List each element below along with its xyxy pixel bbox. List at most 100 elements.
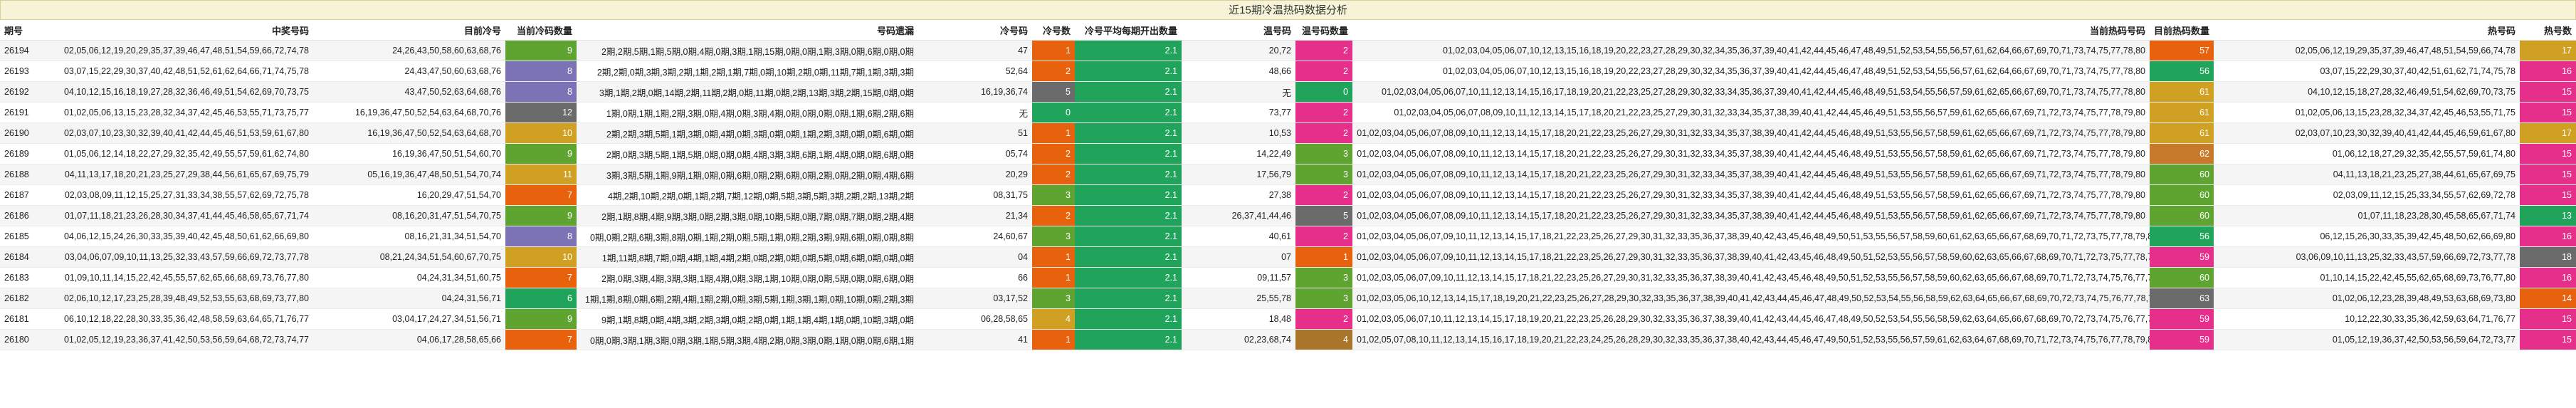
cold-number-cell: 24,60,67: [918, 226, 1032, 247]
cold-numbers-cell: 43,47,50,52,63,64,68,76: [313, 81, 505, 103]
cold-count-cell: 7: [505, 184, 577, 206]
warm-count-cell: 5: [1295, 205, 1352, 226]
hot-count-cell: 62: [2150, 143, 2214, 164]
warm-count-cell: 3: [1295, 164, 1352, 185]
hot-numbers-cell: 04,11,13,18,21,23,25,27,38,44,61,65,67,6…: [2214, 164, 2520, 185]
warm-count-cell: 3: [1295, 288, 1352, 309]
cold-avg-cell: 2.1: [1075, 329, 1182, 350]
draw-numbers-cell: 01,02,05,12,19,23,36,37,41,42,50,53,56,5…: [43, 329, 313, 350]
hot-num-cell: 16: [2520, 267, 2576, 288]
hot-numbers-cell: 01,06,12,18,27,29,32,35,42,55,57,59,61,7…: [2214, 143, 2520, 164]
issue-cell: 26192: [0, 81, 43, 103]
table-row: 26189 01,05,06,12,14,18,22,27,29,32,35,42…: [0, 143, 2576, 164]
hot-current-cell: 01,02,03,04,05,06,07,09,10,11,12,13,14,1…: [1352, 246, 2150, 268]
cold-num-cell: 3: [1032, 226, 1075, 247]
omission-cell: 1期,0期,1期,1期,2期,3期,0期,4期,0期,3期,4期,0期,0期,0…: [577, 102, 918, 123]
omission-cell: 2期,1期,8期,4期,9期,3期,0期,2期,3期,0期,10期,5期,0期,…: [577, 205, 918, 226]
cold-numbers-cell: 16,20,29,47,51,54,70: [313, 184, 505, 206]
hot-numbers-cell: 06,12,15,26,30,33,35,39,42,45,48,50,62,6…: [2214, 226, 2520, 247]
cold-num-cell: 0: [1032, 102, 1075, 123]
cold-count-cell: 8: [505, 61, 577, 82]
draw-numbers-cell: 04,10,12,15,16,18,19,27,28,32,36,46,49,5…: [43, 81, 313, 103]
hot-count-cell: 59: [2150, 329, 2214, 350]
warm-numbers-cell: 27,38: [1182, 184, 1295, 206]
hot-numbers-cell: 03,06,09,10,11,13,25,32,33,43,57,59,66,6…: [2214, 246, 2520, 268]
omission-cell: 2期,2期,0期,3期,3期,2期,1期,2期,1期,7期,0期,10期,2期,…: [577, 61, 918, 82]
omission-cell: 9期,1期,8期,0期,4期,3期,2期,3期,0期,2期,0期,1期,1期,4…: [577, 308, 918, 330]
cold-num-cell: 2: [1032, 61, 1075, 82]
issue-cell: 26180: [0, 329, 43, 350]
warm-count-cell: 3: [1295, 267, 1352, 288]
cold-number-cell: 51: [918, 122, 1032, 144]
cold-avg-cell: 2.1: [1075, 184, 1182, 206]
hot-numbers-cell: 01,05,12,19,36,37,42,50,53,56,59,64,72,7…: [2214, 329, 2520, 350]
issue-cell: 26191: [0, 102, 43, 123]
hot-current-cell: 01,02,03,04,05,06,07,08,09,10,11,12,13,1…: [1352, 143, 2150, 164]
cold-numbers-cell: 04,24,31,34,51,60,75: [313, 267, 505, 288]
warm-numbers-cell: 07: [1182, 246, 1295, 268]
hot-count-cell: 59: [2150, 308, 2214, 330]
warm-count-cell: 3: [1295, 143, 1352, 164]
cold-number-cell: 04: [918, 246, 1032, 268]
hot-num-cell: 15: [2520, 184, 2576, 206]
cold-numbers-cell: 04,06,17,28,58,65,66: [313, 329, 505, 350]
hot-count-cell: 60: [2150, 184, 2214, 206]
hot-numbers-cell: 02,03,09,11,12,15,25,33,34,55,57,62,69,7…: [2214, 184, 2520, 206]
header-hot-count: 目前热码数量: [2150, 20, 2214, 41]
issue-cell: 26183: [0, 267, 43, 288]
warm-count-cell: 2: [1295, 122, 1352, 144]
cold-number-cell: 21,34: [918, 205, 1032, 226]
draw-numbers-cell: 02,06,10,12,17,23,25,28,39,48,49,52,53,5…: [43, 288, 313, 309]
header-cold-count: 当前冷码数量: [505, 20, 577, 41]
warm-numbers-cell: 40,61: [1182, 226, 1295, 247]
table-row: 26193 03,07,15,22,29,30,37,40,42,48,51,52…: [0, 61, 2576, 82]
header-cold-num: 冷号数: [1032, 20, 1075, 41]
warm-count-cell: 1: [1295, 246, 1352, 268]
draw-numbers-cell: 02,03,07,10,23,30,32,39,40,41,42,44,45,4…: [43, 122, 313, 144]
issue-cell: 26190: [0, 122, 43, 144]
draw-numbers-cell: 01,05,06,12,14,18,22,27,29,32,35,42,49,5…: [43, 143, 313, 164]
warm-numbers-cell: 18,48: [1182, 308, 1295, 330]
cold-number-cell: 03,17,52: [918, 288, 1032, 309]
hot-num-cell: 13: [2520, 205, 2576, 226]
header-issue: 期号: [0, 20, 43, 41]
cold-number-cell: 47: [918, 40, 1032, 61]
omission-cell: 1期,11期,8期,7期,0期,4期,1期,4期,2期,0期,2期,0期,0期,…: [577, 246, 918, 268]
table-row: 26187 02,03,08,09,11,12,15,25,27,31,33,34…: [0, 184, 2576, 206]
issue-cell: 26182: [0, 288, 43, 309]
header-cold: 目前冷号: [313, 20, 505, 41]
hot-count-cell: 61: [2150, 122, 2214, 144]
cold-num-cell: 5: [1032, 81, 1075, 103]
analysis-table: 期号 中奖号码 目前冷号 当前冷码数量 号码遗漏 冷号码 冷号数 冷号平均每期开…: [0, 20, 2576, 350]
hot-current-cell: 01,02,03,05,06,07,09,10,11,12,13,14,15,1…: [1352, 267, 2150, 288]
cold-num-cell: 2: [1032, 205, 1075, 226]
warm-count-cell: 2: [1295, 40, 1352, 61]
cold-numbers-cell: 04,24,31,56,71: [313, 288, 505, 309]
warm-numbers-cell: 17,56,79: [1182, 164, 1295, 185]
hot-count-cell: 61: [2150, 102, 2214, 123]
hot-num-cell: 15: [2520, 143, 2576, 164]
hot-current-cell: 01,02,03,04,05,06,07,09,10,11,12,13,14,1…: [1352, 226, 2150, 247]
cold-num-cell: 1: [1032, 40, 1075, 61]
hot-num-cell: 15: [2520, 102, 2576, 123]
hot-num-cell: 16: [2520, 226, 2576, 247]
warm-numbers-cell: 26,37,41,44,46: [1182, 205, 1295, 226]
cold-num-cell: 1: [1032, 122, 1075, 144]
hot-count-cell: 63: [2150, 288, 2214, 309]
hot-numbers-cell: 01,07,11,18,23,28,30,45,58,65,67,71,74: [2214, 205, 2520, 226]
cold-avg-cell: 2.1: [1075, 267, 1182, 288]
cold-number-cell: 20,29: [918, 164, 1032, 185]
cold-avg-cell: 2.1: [1075, 308, 1182, 330]
header-draw: 中奖号码: [43, 20, 313, 41]
header-omission: 号码遗漏: [577, 20, 918, 41]
cold-avg-cell: 2.1: [1075, 102, 1182, 123]
hot-num-cell: 18: [2520, 246, 2576, 268]
header-hot-current: 当前热码号码: [1352, 20, 2150, 41]
table-row: 26190 02,03,07,10,23,30,32,39,40,41,42,44…: [0, 122, 2576, 144]
cold-numbers-cell: 24,26,43,50,58,60,63,68,76: [313, 40, 505, 61]
table-row: 26186 01,07,11,18,21,23,26,28,30,34,37,41…: [0, 205, 2576, 226]
issue-cell: 26184: [0, 246, 43, 268]
issue-cell: 26193: [0, 61, 43, 82]
draw-numbers-cell: 02,05,06,12,19,20,29,35,37,39,46,47,48,5…: [43, 40, 313, 61]
draw-numbers-cell: 01,07,11,18,21,23,26,28,30,34,37,41,44,4…: [43, 205, 313, 226]
